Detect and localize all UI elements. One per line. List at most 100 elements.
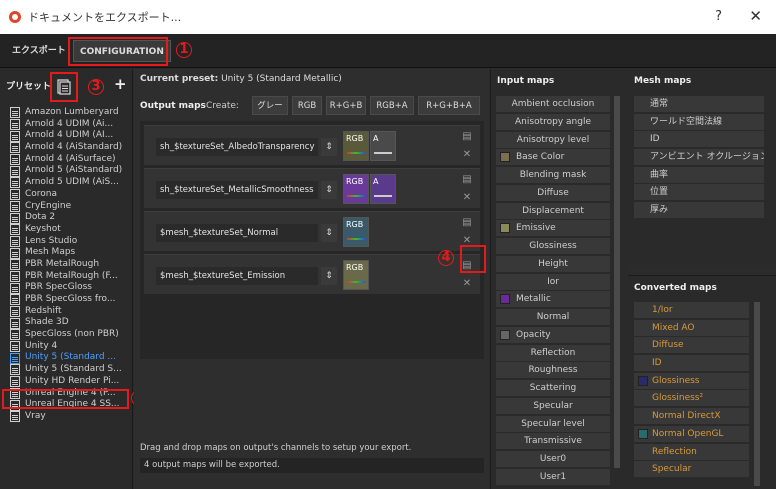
create-r-g-b-button[interactable]: R+G+B [326, 96, 366, 115]
converted-map-item[interactable]: Glossiness² [634, 390, 749, 407]
input-map-item[interactable]: Specular level [496, 415, 610, 432]
rgb-channel[interactable]: RGB [343, 260, 369, 290]
format-toggle[interactable]: ⇕ [321, 267, 337, 285]
preset-item[interactable]: Shade 3D [4, 317, 131, 329]
input-map-item[interactable]: Anisotropy angle [496, 113, 610, 130]
input-map-item[interactable]: Opacity [496, 326, 610, 343]
save-map-icon[interactable]: ▤ [460, 216, 474, 230]
input-map-item[interactable]: Height [496, 255, 610, 272]
input-map-item[interactable]: Transmissive [496, 433, 610, 450]
delete-map-icon[interactable]: ✕ [460, 191, 474, 205]
delete-map-icon[interactable]: ✕ [460, 277, 474, 291]
create-gray-button[interactable]: グレー [252, 96, 288, 115]
alpha-channel[interactable]: A [370, 174, 396, 204]
output-map-row[interactable]: $mesh_$textureSet_Emission ⇕ RGB ▤ ✕ [144, 254, 480, 294]
create-rgb-button[interactable]: RGB [292, 96, 322, 115]
save-map-icon[interactable]: ▤ [460, 173, 474, 187]
rgb-channel[interactable]: RGB [343, 131, 369, 161]
format-toggle[interactable]: ⇕ [321, 181, 337, 199]
preset-item[interactable]: Redshift [4, 306, 131, 318]
converted-map-item[interactable]: Mixed AO [634, 319, 749, 336]
preset-item[interactable]: Unity 4 [4, 341, 131, 353]
input-map-item[interactable]: Specular [496, 397, 610, 414]
converted-map-item[interactable]: ID [634, 355, 749, 372]
output-map-row[interactable]: sh_$textureSet_AlbedoTransparency ⇕ RGB … [144, 125, 480, 165]
input-map-item[interactable]: Anisotropy level [496, 131, 610, 148]
preset-item[interactable]: Lens Studio [4, 236, 131, 248]
converted-map-item[interactable]: Glossiness [634, 372, 749, 389]
preset-item[interactable]: Arnold 4 UDIM (AI... [4, 130, 131, 142]
converted-maps-scrollbar[interactable] [754, 302, 760, 486]
preset-item[interactable]: Arnold 5 UDIM (AiS... [4, 177, 131, 189]
preset-item[interactable]: Arnold 4 UDIM (Ai... [4, 119, 131, 131]
preset-item[interactable]: CryEngine [4, 201, 131, 213]
preset-item[interactable]: Unreal Engine 4 (P... [4, 388, 131, 400]
delete-map-icon[interactable]: ✕ [460, 148, 474, 162]
alpha-channel[interactable]: A [370, 131, 396, 161]
input-map-item[interactable]: Blending mask [496, 167, 610, 183]
input-map-item[interactable]: Emissive [496, 220, 610, 237]
mesh-map-item[interactable]: 通常 [634, 96, 764, 112]
format-toggle[interactable]: ⇕ [321, 138, 337, 156]
input-map-item[interactable]: User1 [496, 468, 610, 485]
create-rgb-a-button[interactable]: RGB+A [370, 96, 414, 115]
preset-item[interactable]: Arnold 4 (AiSurface) [4, 154, 131, 166]
preset-item[interactable]: SpecGloss (non PBR) [4, 329, 131, 341]
delete-map-icon[interactable]: ✕ [460, 234, 474, 248]
output-map-row[interactable]: sh_$textureSet_MetallicSmoothness ⇕ RGB … [144, 168, 480, 208]
tab-configuration[interactable]: CONFIGURATION [73, 40, 171, 62]
format-toggle[interactable]: ⇕ [321, 224, 337, 242]
input-map-item[interactable]: Ambient occlusion [496, 96, 610, 112]
input-map-item[interactable]: User0 [496, 451, 610, 467]
preset-item[interactable]: Unity 5 (Standard ... [4, 352, 131, 364]
input-map-item[interactable]: Glossiness [496, 238, 610, 254]
input-map-item[interactable]: Roughness [496, 362, 610, 379]
input-maps-scrollbar[interactable] [614, 96, 620, 468]
converted-map-item[interactable]: Diffuse [634, 337, 749, 354]
preset-item[interactable]: Unity HD Render Pi... [4, 376, 131, 388]
input-map-item[interactable]: Scattering [496, 380, 610, 396]
input-map-item[interactable]: Base Color [496, 149, 610, 166]
input-map-item[interactable]: Normal [496, 309, 610, 325]
output-map-name[interactable]: sh_$textureSet_AlbedoTransparency [156, 138, 318, 156]
help-button[interactable]: ? [715, 9, 722, 24]
output-map-name[interactable]: $mesh_$textureSet_Normal [156, 224, 318, 242]
rgb-channel[interactable]: RGB [343, 174, 369, 204]
preset-item[interactable]: Mesh Maps [4, 247, 131, 259]
input-map-item[interactable]: Metallic [496, 291, 610, 308]
rgb-channel[interactable]: RGB [343, 217, 369, 247]
preset-item[interactable]: PBR SpecGloss fro... [4, 294, 131, 306]
converted-map-item[interactable]: Normal DirectX [634, 408, 749, 425]
preset-item[interactable]: PBR SpecGloss [4, 282, 131, 294]
new-preset-button[interactable] [53, 75, 75, 99]
preset-item[interactable]: Arnold 5 (AiStandard) [4, 165, 131, 177]
input-map-item[interactable]: Ior [496, 273, 610, 290]
preset-item[interactable]: Vray [4, 411, 131, 423]
save-map-icon[interactable]: ▤ [460, 259, 474, 273]
preset-item[interactable]: Amazon Lumberyard [4, 107, 131, 119]
preset-item[interactable]: Keyshot [4, 224, 131, 236]
create-r-g-b-a-button[interactable]: R+G+B+A [418, 96, 480, 115]
preset-item[interactable]: Unity 5 (Standard S... [4, 364, 131, 376]
close-button[interactable]: ✕ [749, 7, 762, 25]
preset-item[interactable]: PBR MetalRough [4, 259, 131, 271]
tab-export[interactable]: エクスポート [6, 40, 72, 62]
preset-item[interactable]: Unreal Engine 4 SS... [4, 399, 131, 411]
preset-item[interactable]: Dota 2 [4, 212, 131, 224]
preset-item[interactable]: Corona [4, 189, 131, 201]
converted-map-item[interactable]: 1/Ior [634, 302, 749, 318]
save-map-icon[interactable]: ▤ [460, 130, 474, 144]
input-map-item[interactable]: Diffuse [496, 184, 610, 201]
converted-map-item[interactable]: Specular [634, 461, 749, 478]
preset-item[interactable]: PBR MetalRough (F... [4, 271, 131, 283]
preset-item[interactable]: Arnold 4 (AiStandard) [4, 142, 131, 154]
mesh-map-item[interactable]: 曲率 [634, 166, 764, 183]
output-map-name[interactable]: sh_$textureSet_MetallicSmoothness [156, 181, 318, 199]
add-preset-button[interactable]: + [114, 75, 127, 93]
mesh-map-item[interactable]: ID [634, 131, 764, 148]
output-map-row[interactable]: $mesh_$textureSet_Normal ⇕ RGB ▤ ✕ [144, 211, 480, 251]
mesh-map-item[interactable]: アンビエント オクルージョン [634, 149, 764, 166]
converted-map-item[interactable]: Normal OpenGL [634, 425, 749, 442]
input-map-item[interactable]: Reflection [496, 344, 610, 361]
converted-map-item[interactable]: Reflection [634, 443, 749, 460]
